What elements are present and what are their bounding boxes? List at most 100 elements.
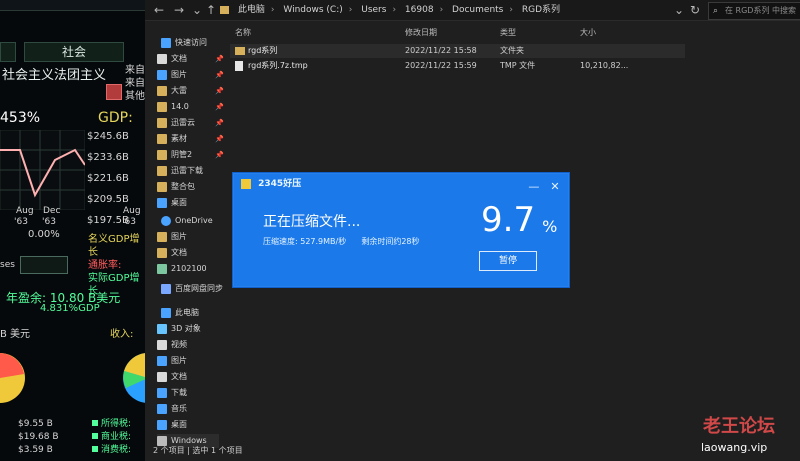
sidebar-label: 桌面 (171, 420, 187, 429)
sidebar-label: 文档 (171, 248, 187, 257)
game-top-bar (0, 0, 145, 11)
file-row[interactable]: rgd系列.7z.tmp 2022/11/22 15:59 TMP 文件 10,… (230, 59, 685, 73)
sidebar-label: OneDrive (175, 216, 213, 225)
sidebar-label: 图片 (171, 356, 187, 365)
sidebar-item[interactable]: 迅雷云 📌 (157, 116, 224, 130)
column-date[interactable]: 修改日期 (405, 24, 437, 42)
pin-icon: 📌 (215, 151, 224, 159)
minimize-icon[interactable]: — (526, 178, 542, 196)
sidebar-item-quick-access[interactable]: 快速访问 (161, 36, 221, 50)
sidebar-label: 快速访问 (175, 38, 207, 47)
search-icon: ⌕ (713, 6, 719, 16)
folder-icon (157, 165, 167, 176)
game-side-line: 来自 (125, 65, 145, 76)
sidebar-item[interactable]: 阴管2 📌 (157, 148, 224, 162)
percent-symbol: % (542, 216, 558, 236)
sidebar-item[interactable]: 文档 (157, 370, 217, 384)
breadcrumb-item[interactable]: Windows (C:) (283, 5, 342, 15)
sidebar-item-this-pc[interactable]: 此电脑 (161, 306, 221, 320)
income-label: 收入: (110, 329, 134, 340)
document-icon (157, 53, 167, 64)
income-item: 商业税: (92, 431, 131, 444)
sidebar-item[interactable]: 素材 📌 (157, 132, 224, 146)
column-name[interactable]: 名称 (235, 24, 251, 42)
compress-title: 正在压缩文件... (263, 214, 361, 230)
left-value: $19.68 B (18, 432, 59, 442)
x-tick: '63 (122, 217, 136, 227)
breadcrumb-item[interactable]: Users (361, 5, 386, 15)
pin-icon: 📌 (215, 119, 224, 127)
dropdown-icon[interactable]: ⌄ (671, 0, 687, 20)
game-tab-left[interactable] (0, 42, 16, 62)
sidebar-item[interactable]: 14.0 📌 (157, 100, 224, 114)
breadcrumb[interactable]: 此电脑 › Windows (C:) › Users › 16908 › Documen… (220, 0, 566, 20)
sidebar-label: 迅雷云 (171, 118, 195, 127)
watermark-title: 老王论坛 (703, 416, 775, 437)
green-square-icon (92, 420, 98, 426)
forward-button[interactable]: → (171, 0, 187, 20)
game-gdp-label: GDP: (98, 110, 133, 126)
column-type[interactable]: 类型 (500, 24, 516, 42)
sidebar-item[interactable]: 大雷 📌 (157, 84, 224, 98)
close-icon[interactable]: ✕ (547, 178, 563, 196)
x-tick: '63 (14, 217, 28, 227)
sidebar-item[interactable]: 2102100 (157, 262, 217, 276)
folder-icon (157, 181, 167, 192)
column-size[interactable]: 大小 (580, 24, 596, 42)
sidebar-item[interactable]: 迅雷下载 (157, 164, 217, 178)
game-small-percent: 0.00% (28, 229, 60, 240)
game-top-percent: 453% (0, 110, 41, 126)
sidebar-label: 阴管2 (171, 150, 193, 159)
sidebar-item[interactable]: 视频 (157, 338, 217, 352)
compress-remaining: 剩余时间约28秒 (361, 237, 420, 246)
video-icon (157, 339, 167, 350)
sidebar-label: 文档 (171, 54, 187, 63)
breadcrumb-item[interactable]: Documents (452, 5, 503, 15)
status-text: 2 个项目 | 选中 1 个项目 (153, 446, 243, 455)
compression-dialog: 2345好压 — ✕ 正在压缩文件... 压缩速度: 527.9MB/秒 剩余时… (232, 172, 570, 288)
sidebar-item[interactable]: 图片 📌 (157, 68, 224, 82)
up-button[interactable]: ↑ (203, 0, 219, 20)
back-button[interactable]: ← (151, 0, 167, 20)
sidebar-item[interactable]: 音乐 (157, 402, 217, 416)
file-row[interactable]: rgd系列 2022/11/22 15:58 文件夹 (230, 44, 685, 58)
red-indicator[interactable] (106, 84, 122, 100)
game-tab-society[interactable]: 社会 (24, 42, 124, 62)
sidebar-item[interactable]: 图片 (157, 354, 217, 368)
logo-icon (241, 178, 251, 189)
sidebar-item[interactable]: 下载 (157, 386, 217, 400)
game-side-line: 其他 (125, 91, 145, 102)
file-name: rgd系列.7z.tmp (248, 61, 308, 70)
sidebar-item-onedrive[interactable]: OneDrive (161, 214, 221, 228)
sidebar-item[interactable]: 桌面 (157, 196, 217, 210)
document-icon (157, 371, 167, 382)
pie-left (0, 353, 25, 403)
sidebar-item-baidu[interactable]: 百度网盘同步 (161, 282, 223, 296)
sidebar-item[interactable]: 整合包 (157, 180, 217, 194)
logo-text: 2345好压 (258, 179, 302, 189)
sidebar-label: 文档 (171, 372, 187, 381)
sidebar-item[interactable]: 桌面 (157, 418, 217, 432)
sidebar-item[interactable]: 文档 (157, 246, 217, 260)
breadcrumb-item[interactable]: 此电脑 (238, 5, 265, 15)
breadcrumb-item[interactable]: 16908 (405, 5, 434, 15)
image-icon (157, 263, 167, 274)
search-placeholder: 在 RGD系列 中搜索 (725, 6, 797, 15)
app-logo: 2345好压 (241, 177, 301, 191)
game-small-controls[interactable] (20, 256, 68, 274)
desktop-icon (157, 419, 167, 430)
window-controls: — ✕ (526, 175, 563, 193)
income-item-label: 商业税: (101, 432, 132, 442)
pause-button[interactable]: 暂停 (479, 251, 537, 271)
sidebar-item[interactable]: 图片 (157, 230, 217, 244)
sidebar-item[interactable]: 3D 对象 (157, 322, 217, 336)
sidebar-label: 音乐 (171, 404, 187, 413)
search-input[interactable]: ⌕ 在 RGD系列 中搜索 (708, 2, 800, 20)
breadcrumb-item[interactable]: RGD系列 (522, 5, 560, 15)
pie-right (123, 353, 145, 403)
folder-icon (157, 149, 167, 160)
folder-icon (157, 247, 167, 258)
sidebar-label: 视频 (171, 340, 187, 349)
refresh-icon[interactable]: ↻ (687, 0, 703, 20)
sidebar-item[interactable]: 文档 📌 (157, 52, 224, 66)
